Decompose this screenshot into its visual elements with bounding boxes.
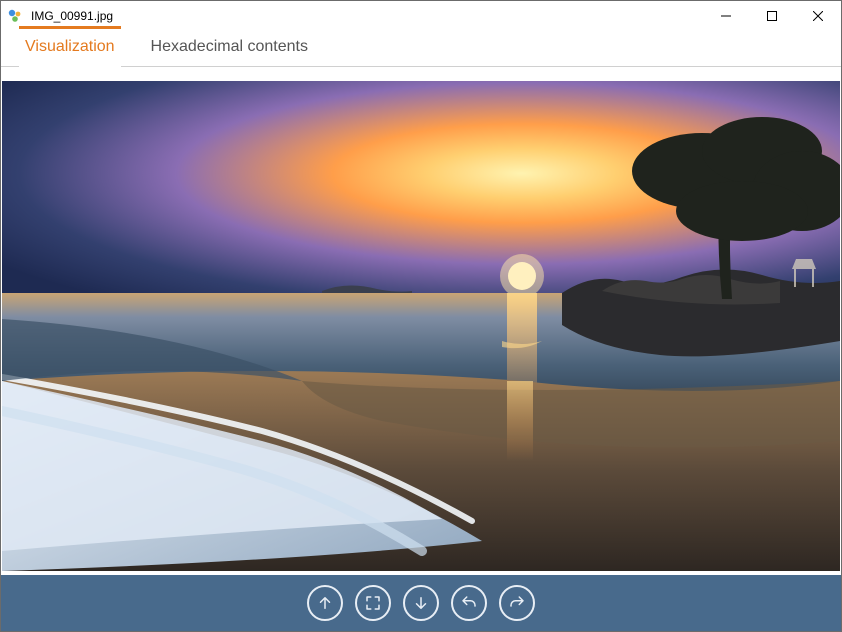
arrow-up-icon: [316, 594, 334, 612]
app-icon: [1, 8, 29, 24]
app-window: IMG_00991.jpg Visualization Hexadecimal …: [0, 0, 842, 632]
tab-visualization[interactable]: Visualization: [19, 32, 121, 66]
window-title: IMG_00991.jpg: [29, 9, 703, 23]
undo-button[interactable]: [451, 585, 487, 621]
undo-icon: [460, 594, 478, 612]
redo-icon: [508, 594, 526, 612]
maximize-button[interactable]: [749, 1, 795, 31]
redo-button[interactable]: [499, 585, 535, 621]
window-controls: [703, 1, 841, 31]
tab-label: Hexadecimal contents: [151, 38, 308, 55]
tab-bar: Visualization Hexadecimal contents: [1, 31, 841, 67]
minimize-button[interactable]: [703, 1, 749, 31]
tab-label: Visualization: [25, 38, 115, 55]
tab-hexadecimal[interactable]: Hexadecimal contents: [145, 32, 314, 66]
image-content[interactable]: [2, 81, 840, 571]
arrow-up-button[interactable]: [307, 585, 343, 621]
arrow-down-button[interactable]: [403, 585, 439, 621]
close-button[interactable]: [795, 1, 841, 31]
titlebar: IMG_00991.jpg: [1, 1, 841, 31]
fit-screen-button[interactable]: [355, 585, 391, 621]
image-viewer: [1, 67, 841, 575]
viewer-toolbar: [1, 575, 841, 631]
arrow-down-icon: [412, 594, 430, 612]
expand-icon: [364, 594, 382, 612]
